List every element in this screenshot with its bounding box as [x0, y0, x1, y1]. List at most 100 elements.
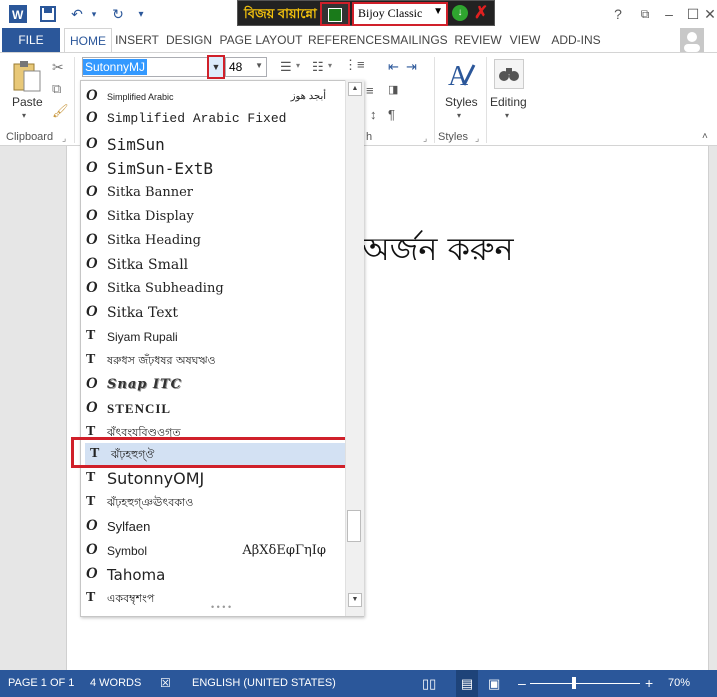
tab-view[interactable]: VIEW [506, 28, 544, 52]
font-list-item[interactable]: O Symbol ΑβΧδΕφΓηΙφ [81, 539, 346, 563]
opentype-icon: O [86, 109, 98, 126]
zoom-slider[interactable] [530, 683, 640, 684]
justify-icon[interactable]: ≡ [366, 83, 374, 98]
shading-icon[interactable]: ◨ [388, 83, 398, 96]
opentype-icon: O [86, 87, 98, 104]
binoculars-icon[interactable] [494, 59, 524, 89]
document-text[interactable]: অর্জন করুন [362, 224, 514, 278]
opentype-icon: O [86, 303, 98, 320]
keyboard-layout-select[interactable]: Bijoy Classic ▼ [352, 2, 448, 26]
proofing-icon[interactable]: ☒ [160, 670, 171, 697]
tab-mailings[interactable]: MAILINGS [388, 28, 450, 52]
paste-dropdown-icon[interactable]: ▾ [22, 111, 26, 120]
font-list-item[interactable]: O Sitka Banner [81, 181, 346, 205]
minimize-icon[interactable]: – [658, 4, 680, 24]
scroll-down-icon[interactable]: ▼ [348, 593, 362, 607]
zoom-level[interactable]: 70% [668, 670, 690, 697]
tab-home[interactable]: HOME [64, 28, 112, 53]
clipboard-launcher-icon[interactable]: ⌟ [62, 133, 66, 144]
numbering-dropdown-icon[interactable]: ▾ [328, 61, 332, 70]
paragraph-launcher-icon[interactable]: ⌟ [423, 133, 427, 144]
word-count[interactable]: 4 WORDS [90, 670, 141, 697]
font-list-item[interactable]: O Sitka Text [81, 301, 346, 325]
line-spacing-icon[interactable]: ↕ [370, 107, 377, 122]
font-list-item[interactable]: O Sitka Subheading [81, 277, 346, 301]
font-list-item[interactable]: O SimSun-ExtB [81, 157, 346, 181]
font-size-input[interactable]: 48 ▼ [225, 57, 267, 77]
undo-icon[interactable]: ↶ [66, 5, 88, 23]
resize-grip-icon[interactable]: • • • • [211, 602, 231, 612]
copy-icon[interactable]: ⧉ [52, 81, 61, 97]
format-painter-icon[interactable]: 🖌 [52, 103, 69, 119]
show-formatting-icon[interactable]: ¶ [388, 107, 395, 122]
language[interactable]: ENGLISH (UNITED STATES) [192, 670, 336, 697]
read-mode-icon[interactable]: ▯▯ [422, 670, 436, 697]
undo-dropdown-icon[interactable]: ▾ [88, 5, 100, 23]
maximize-icon[interactable]: ☐ [682, 4, 704, 24]
close-bijoy-icon[interactable]: ✗ [474, 3, 488, 23]
font-list-item[interactable]: T ঝঁঢ়হহুগ্ঞঊৎবকাও [81, 491, 346, 515]
svg-text:A: A [448, 61, 469, 91]
page-count[interactable]: PAGE 1 OF 1 [8, 670, 74, 697]
save-icon[interactable] [38, 5, 58, 23]
decrease-indent-icon[interactable]: ⇤ [388, 59, 399, 75]
zoom-in-icon[interactable]: + [645, 670, 653, 697]
ribbon-display-options-icon[interactable]: ⧉ [634, 4, 656, 24]
web-layout-icon[interactable]: ▣ [488, 670, 500, 697]
redo-icon[interactable]: ↻ [108, 5, 128, 23]
tab-references[interactable]: REFERENCES [308, 28, 390, 52]
avatar[interactable] [680, 28, 704, 52]
opentype-icon: O [86, 517, 98, 534]
bullets-icon[interactable]: ☰ [280, 59, 292, 75]
opentype-icon: O [86, 279, 98, 296]
styles-icon[interactable]: A [446, 59, 476, 92]
zoom-slider-thumb[interactable] [572, 677, 576, 689]
font-list-item[interactable]: O Sylfaen [81, 515, 346, 539]
font-list-item[interactable]: O SimSun [81, 133, 346, 157]
font-list-item[interactable]: O Snap ITC [81, 373, 346, 397]
styles-launcher-icon[interactable]: ⌟ [475, 133, 479, 144]
font-list-item[interactable]: T Siyam Rupali [81, 325, 346, 349]
font-name-input[interactable]: SutonnyMJ [82, 57, 208, 77]
styles-button[interactable]: Styles [445, 95, 478, 109]
font-list-item[interactable]: O Sitka Heading [81, 229, 346, 253]
font-name-dropdown-button[interactable]: ▼ [207, 55, 225, 79]
customize-quick-access-icon[interactable]: ▾ [134, 5, 148, 23]
tab-page-layout[interactable]: PAGE LAYOUT [218, 28, 304, 52]
print-layout-icon[interactable]: ▤ [456, 670, 478, 697]
font-list-item[interactable]: O Tahoma [81, 563, 346, 587]
bullets-dropdown-icon[interactable]: ▾ [296, 61, 300, 70]
tab-insert[interactable]: INSERT [114, 28, 160, 52]
bijoy-keyboard-toolbar: বিজয় বায়ান্নো Bijoy Classic ▼ ↓ ✗ [237, 0, 495, 26]
styles-dropdown-icon[interactable]: ▾ [457, 111, 461, 120]
font-list-item[interactable]: O Sitka Display [81, 205, 346, 229]
font-list-item[interactable]: T ষরুধস জঁঢ়ধষর অষঘঋও [81, 349, 346, 373]
increase-indent-icon[interactable]: ⇥ [406, 59, 417, 75]
truetype-icon: T [86, 494, 96, 509]
paste-icon[interactable] [10, 59, 44, 93]
font-list-item[interactable]: O Sitka Small [81, 253, 346, 277]
tab-review[interactable]: REVIEW [454, 28, 502, 52]
scroll-up-icon[interactable]: ▲ [348, 82, 362, 96]
font-list-item[interactable]: O Simplified Arabic أبجد هوز [81, 85, 346, 109]
tab-file[interactable]: FILE [2, 28, 60, 52]
numbering-icon[interactable]: ☷ [312, 59, 324, 75]
word-app-icon[interactable]: W [8, 5, 28, 23]
zoom-out-icon[interactable]: – [518, 670, 526, 697]
help-icon[interactable]: ? [607, 4, 629, 24]
cut-icon[interactable]: ✂ [52, 59, 64, 76]
multilevel-list-icon[interactable]: ⋮≡ [344, 57, 365, 73]
tab-add-ins[interactable]: ADD-INS [548, 28, 604, 52]
editing-dropdown-icon[interactable]: ▾ [505, 111, 509, 120]
collapse-ribbon-icon[interactable]: ˄ [702, 131, 708, 142]
scrollbar-thumb[interactable] [347, 510, 361, 542]
tab-design[interactable]: DESIGN [164, 28, 214, 52]
font-list-item[interactable]: O Simplified Arabic Fixed [81, 107, 346, 131]
font-list-item[interactable]: T SutonnyOMJ [81, 467, 346, 491]
paste-button[interactable]: Paste [12, 95, 43, 109]
keyboard-toggle-button[interactable] [320, 2, 350, 26]
editing-button[interactable]: Editing [490, 95, 527, 109]
font-list-item[interactable]: O STENCIL [81, 397, 346, 421]
download-icon[interactable]: ↓ [452, 5, 468, 21]
close-icon[interactable]: ✕ [704, 4, 716, 24]
